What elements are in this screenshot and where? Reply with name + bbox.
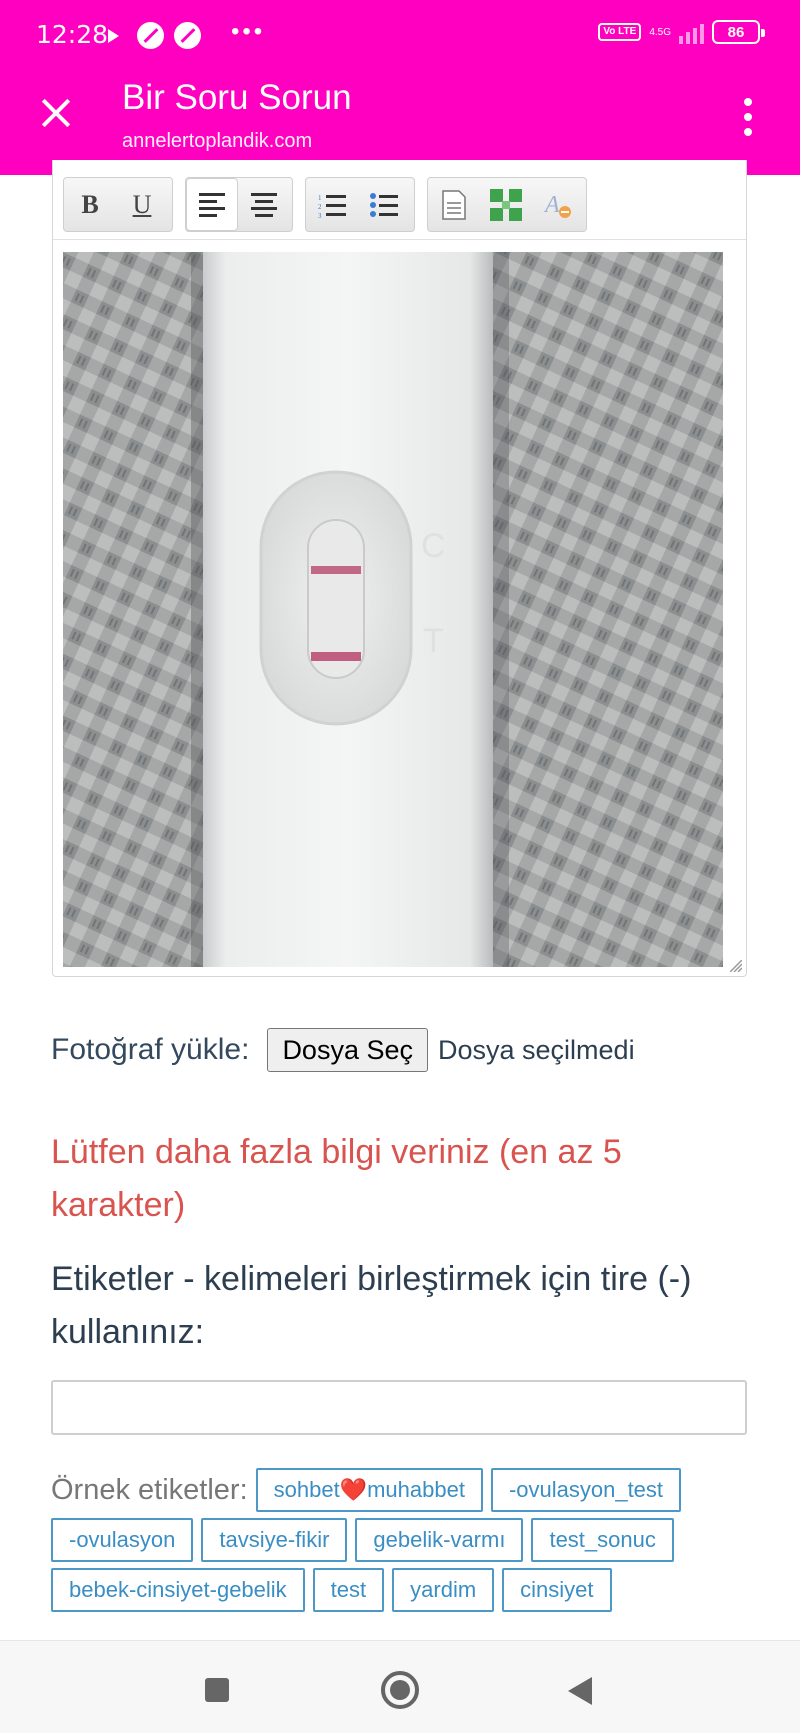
grid-icon — [490, 188, 522, 221]
ordered-list-icon: 123 — [318, 194, 346, 218]
pregnancy-test-image: C T — [63, 252, 723, 967]
navigation-bar — [0, 1640, 800, 1733]
table-button[interactable] — [480, 178, 532, 231]
volte-icon: Vo LTE — [598, 23, 642, 41]
tag-chip[interactable]: tavsiye-fikir — [201, 1518, 348, 1562]
validation-error: Lütfen daha fazla bilgi veriniz (en az 5… — [51, 1133, 622, 1224]
clear-format-icon: A — [543, 192, 571, 218]
align-left-button[interactable] — [186, 178, 238, 231]
page-url: annelertoplandik.com — [122, 130, 313, 152]
signal-icon — [679, 20, 704, 44]
svg-text:2: 2 — [318, 203, 322, 211]
svg-text:A: A — [543, 192, 560, 218]
svg-text:3: 3 — [318, 212, 322, 218]
format-group: B U — [63, 177, 173, 232]
bullet-list-icon — [370, 192, 398, 217]
source-button[interactable] — [428, 178, 480, 231]
more-notifications-icon: ••• — [231, 17, 266, 45]
blocked-icon — [137, 22, 164, 49]
tag-chip[interactable]: cinsiyet — [502, 1568, 612, 1612]
tag-chip[interactable]: gebelik-varmı — [355, 1518, 524, 1562]
back-icon[interactable] — [568, 1677, 592, 1705]
page-title: Bir Soru Sorun — [122, 78, 352, 117]
document-icon — [442, 189, 466, 220]
tags-label: Etiketler - kelimeleri birleştirmek için… — [51, 1260, 692, 1351]
rich-text-editor[interactable]: B U 123 A C T — [52, 160, 747, 977]
tags-input[interactable] — [51, 1380, 747, 1435]
tag-chip[interactable]: test_sonuc — [531, 1518, 674, 1562]
home-icon[interactable] — [381, 1671, 419, 1709]
bold-button[interactable]: B — [64, 178, 116, 231]
tag-chip[interactable]: sohbet❤️muhabbet — [255, 1468, 483, 1512]
notification-icons: ••• — [108, 18, 265, 49]
example-tags-label: Örnek etiketler: — [51, 1473, 248, 1506]
status-time: 12:28 — [36, 20, 109, 49]
clear-format-button[interactable]: A — [532, 178, 584, 231]
tag-chip[interactable]: -ovulasyon_test — [490, 1468, 682, 1512]
bullet-list-button[interactable] — [358, 178, 410, 231]
upload-label: Fotoğraf yükle: — [51, 1033, 250, 1066]
align-group — [185, 177, 293, 232]
photo-upload-row: Fotoğraf yükle: Dosya Seç Dosya seçilmed… — [51, 1028, 635, 1072]
recents-icon[interactable] — [205, 1678, 229, 1702]
resize-handle-icon[interactable] — [730, 960, 742, 972]
tag-chip[interactable]: bebek-cinsiyet-gebelik — [51, 1568, 305, 1612]
align-center-icon — [251, 192, 277, 217]
play-icon — [108, 28, 119, 43]
blocked-icon — [174, 22, 201, 49]
svg-text:T: T — [423, 622, 444, 660]
svg-text:1: 1 — [318, 194, 322, 202]
align-center-button[interactable] — [238, 178, 290, 231]
system-status: Vo LTE 4.5G 86 — [598, 20, 765, 44]
align-left-icon — [199, 192, 225, 217]
tag-chip[interactable]: -ovulasyon — [51, 1518, 194, 1562]
file-status: Dosya seçilmedi — [438, 1034, 635, 1065]
insert-group: A — [427, 177, 587, 232]
ordered-list-button[interactable]: 123 — [306, 178, 358, 231]
example-tags: Örnek etiketler: sohbet❤️muhabbet -ovula… — [51, 1468, 751, 1612]
svg-text:C: C — [421, 527, 446, 565]
battery-icon: 86 — [712, 20, 765, 44]
choose-file-button[interactable]: Dosya Seç — [267, 1028, 428, 1072]
list-group: 123 — [305, 177, 415, 232]
tag-chip[interactable]: test — [312, 1568, 385, 1612]
app-header: 12:28 ••• Vo LTE 4.5G 86 Bir Soru Sorun … — [0, 0, 800, 175]
close-icon[interactable] — [36, 93, 76, 133]
editor-toolbar: B U 123 A — [53, 160, 746, 240]
underline-button[interactable]: U — [116, 178, 168, 231]
more-options-icon[interactable] — [744, 98, 752, 136]
network-type: 4.5G — [649, 26, 671, 38]
tag-chip[interactable]: yardim — [392, 1568, 495, 1612]
